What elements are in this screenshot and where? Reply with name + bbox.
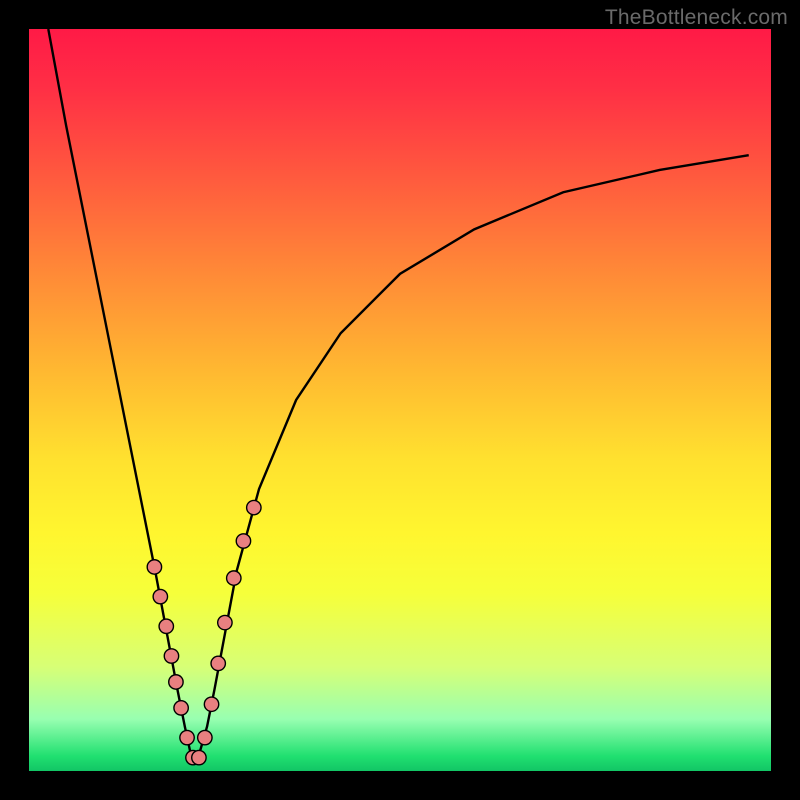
marker-point (147, 560, 161, 574)
marker-point (247, 500, 261, 514)
marker-point (236, 534, 250, 548)
marker-point (198, 730, 212, 744)
plot-area (29, 29, 771, 771)
marker-point (211, 656, 225, 670)
chart-overlay (29, 29, 771, 771)
marker-point (192, 750, 206, 764)
marker-point (218, 615, 232, 629)
marker-point (153, 589, 167, 603)
watermark-label: TheBottleneck.com (605, 6, 788, 30)
marker-point (227, 571, 241, 585)
marker-point (164, 649, 178, 663)
chart-frame: TheBottleneck.com (0, 0, 800, 800)
marker-point (174, 701, 188, 715)
marker-point (159, 619, 173, 633)
marker-point (204, 697, 218, 711)
marker-group (147, 500, 261, 764)
marker-point (180, 730, 194, 744)
marker-point (169, 675, 183, 689)
bottleneck-curve (48, 29, 748, 758)
